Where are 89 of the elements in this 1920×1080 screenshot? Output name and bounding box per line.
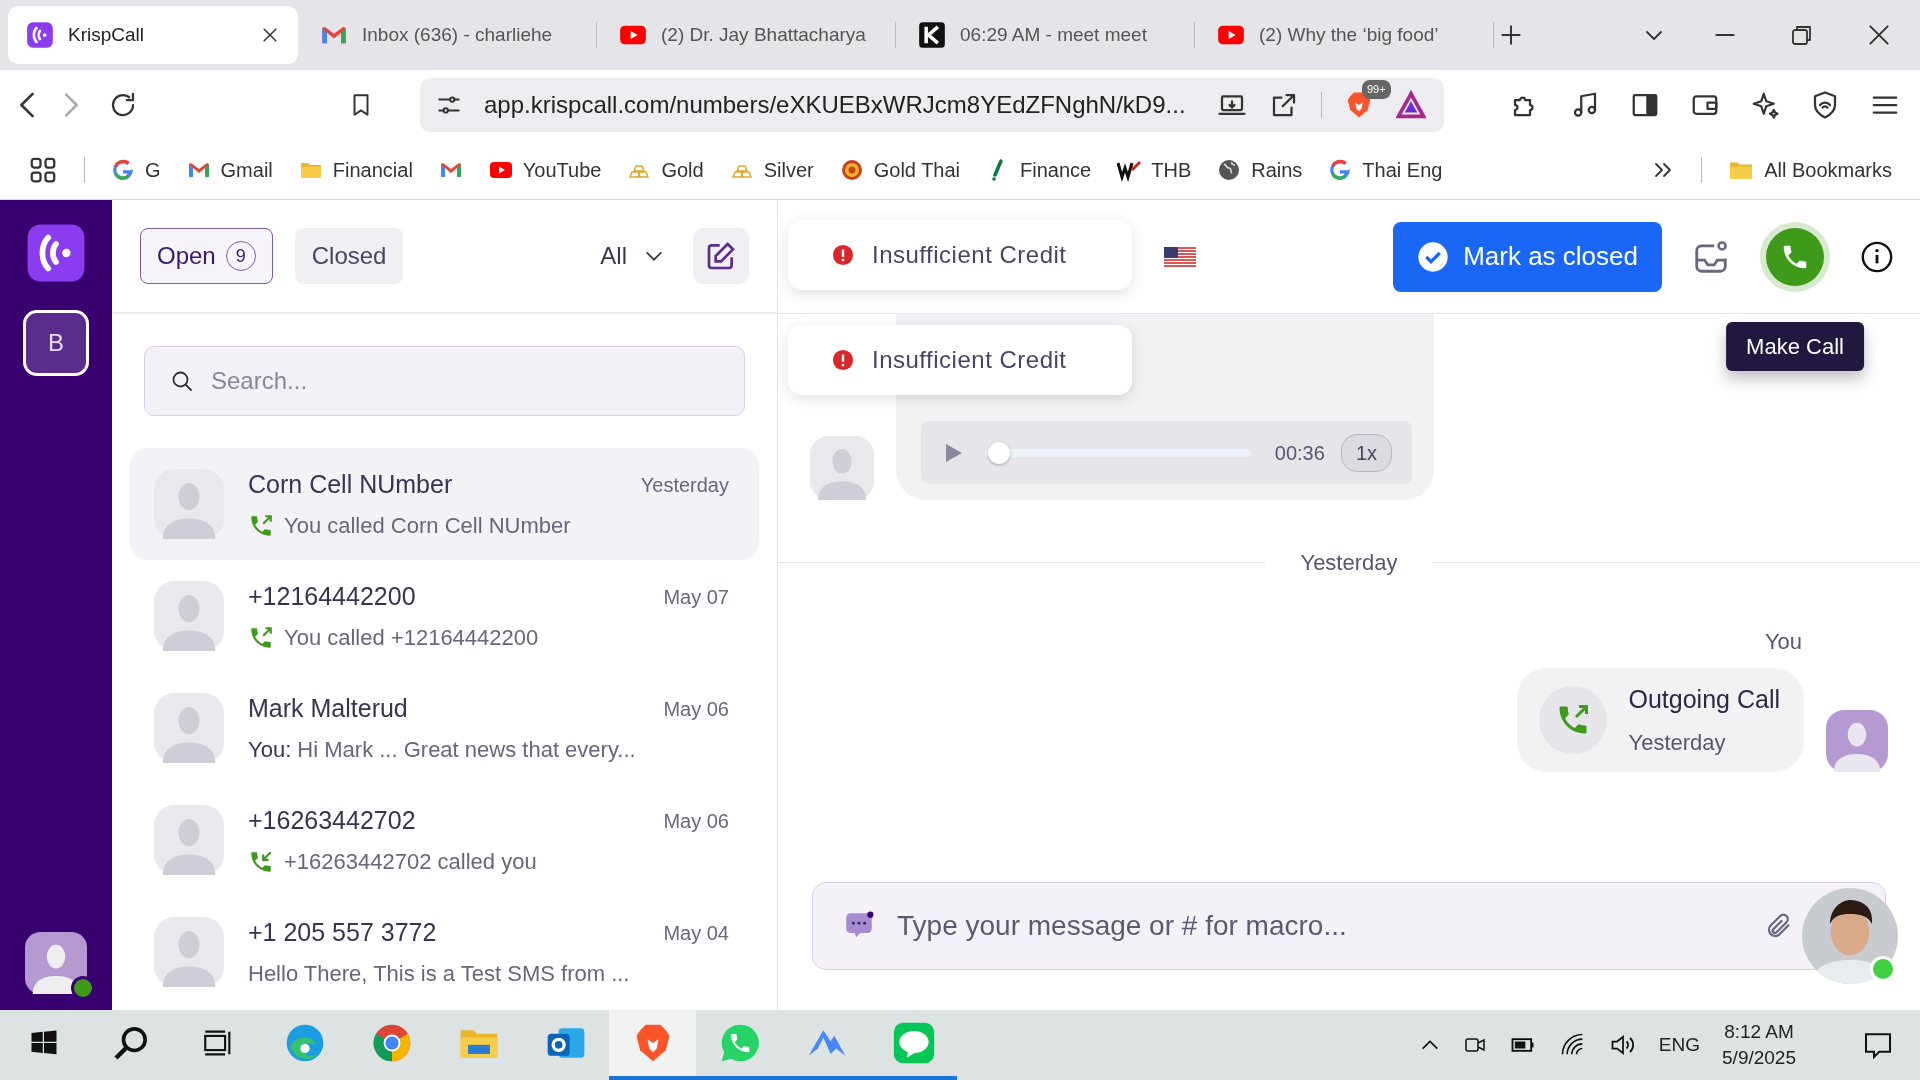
browser-tab[interactable]: (2) Dr. Jay Bhattacharya: [601, 6, 891, 64]
bookmark-link[interactable]: Thai Eng: [1328, 154, 1443, 185]
contact-avatar: [154, 693, 224, 763]
outgoing-call-icon: [248, 624, 274, 651]
timestamp: May 06: [663, 809, 729, 834]
triangle-icon[interactable]: [1396, 90, 1426, 120]
toast-message: Insufficient Credit: [872, 345, 1067, 375]
duration: 00:36: [1274, 440, 1325, 466]
conversation-item[interactable]: +1 205 557 3772 Hello There, This is a Test SMS from ... May 04: [130, 896, 759, 1008]
message-input[interactable]: Type your message or # for macro...: [812, 882, 1886, 970]
timestamp: May 04: [663, 921, 729, 946]
logo-icon: [918, 21, 946, 49]
browser-tab[interactable]: (2) Why the ‘big food’: [1199, 6, 1489, 64]
clock[interactable]: 8:12 AM 5/9/2025: [1722, 1019, 1796, 1071]
timestamp: Yesterday: [640, 473, 729, 498]
message-preview: You: Hi Mark ... Great news that every...: [248, 736, 636, 765]
sparkle-icon[interactable]: [1750, 90, 1780, 120]
timestamp: May 06: [663, 697, 729, 722]
filter-dropdown[interactable]: All: [594, 237, 671, 275]
logo-icon: [1328, 157, 1353, 182]
contact-avatar: [810, 436, 874, 500]
back-icon[interactable]: [20, 92, 34, 118]
timestamp: May 07: [663, 585, 729, 610]
app-logo-icon: [26, 21, 54, 49]
toast-message: Insufficient Credit: [872, 240, 1067, 270]
filter-tab[interactable]: Closed: [294, 228, 404, 284]
speed-button[interactable]: 1x: [1340, 433, 1392, 472]
browser-tab[interactable]: KrispCall: [8, 6, 298, 64]
contact-name: Corn Cell NUmber: [248, 468, 454, 500]
filter-tab[interactable]: Open 9: [140, 228, 273, 284]
call-time: Yesterday: [1628, 729, 1727, 758]
info-icon[interactable]: [1860, 239, 1894, 274]
sender-label: You: [1763, 628, 1802, 656]
call-title: Outgoing Call: [1628, 683, 1780, 715]
contact-avatar: [154, 917, 224, 987]
compose-button[interactable]: [693, 228, 749, 284]
contact-name: +16263442702: [248, 804, 417, 836]
bookmark-link[interactable]: Gmail: [186, 154, 273, 185]
progress-track[interactable]: [985, 441, 1251, 464]
restore-icon[interactable]: [1790, 23, 1814, 47]
logo-icon: [111, 157, 135, 182]
bookmark-link[interactable]: Finance: [986, 154, 1092, 185]
bookmark-link[interactable]: Silver: [729, 154, 814, 185]
conversation-item[interactable]: Mark Malterud You: Hi Mark ... Great news that every... May 06: [130, 672, 759, 784]
contact-name: +1 205 557 3772: [248, 916, 438, 948]
compose-icon: [705, 240, 737, 272]
language-indicator[interactable]: ENG: [1658, 1030, 1701, 1060]
user-avatar: [25, 932, 87, 994]
user-avatar: [1826, 710, 1888, 772]
bookmark-link[interactable]: Gold Thai: [839, 154, 961, 185]
address-bar[interactable]: app.krispcall.com/numbers/eXKUEBxWRJcm8YEdZFNghN/kD9... 99+: [420, 78, 1444, 132]
message-preview: Hello There, This is a Test SMS from ...: [248, 960, 630, 989]
contact-avatar: [154, 581, 224, 651]
browser-tab[interactable]: Inbox (636) - charliehe: [302, 6, 592, 64]
message-preview: +16263442702 called you: [284, 848, 537, 877]
search-field[interactable]: Search...: [144, 346, 745, 416]
conversation-item[interactable]: +16263442702 +16263442702 called you May 06: [130, 784, 759, 896]
bookmark-link[interactable]: All Bookmarks: [1728, 154, 1892, 185]
contact-avatar: [154, 469, 224, 539]
close-icon[interactable]: [1866, 22, 1892, 48]
date-divider: Yesterday: [1300, 549, 1398, 577]
tooltip: Make Call: [1726, 321, 1864, 371]
flag-icon: [1164, 247, 1196, 268]
message-preview: You called Corn Cell NUmber: [284, 512, 571, 541]
app-logo-icon: [25, 222, 87, 284]
conversation-item[interactable]: +12164442200 You called +12164442200 May 07: [130, 560, 759, 672]
contact-name: +12164442200: [248, 580, 417, 612]
bookmark-link[interactable]: YouTube: [488, 154, 602, 185]
workspace-button[interactable]: B: [23, 310, 89, 376]
message-preview: You called +12164442200: [284, 624, 539, 653]
bookmark-link[interactable]: Gold: [627, 154, 704, 185]
bookmark-link[interactable]: Rains: [1217, 154, 1303, 185]
contact-avatar: [154, 805, 224, 875]
bookmark-link[interactable]: THB: [1117, 154, 1192, 185]
bookmark-link[interactable]: Financial: [298, 154, 413, 185]
outgoing-call-icon: [248, 512, 274, 539]
error-icon: [832, 349, 854, 371]
slider-thumb[interactable]: [988, 441, 1011, 464]
coin-icon: [839, 157, 864, 182]
conversation-item[interactable]: Corn Cell NUmber You called Corn Cell NUmber Yesterday: [130, 448, 759, 560]
forward-icon: [64, 92, 78, 118]
bookmark-link[interactable]: G: [111, 154, 161, 185]
browser-tab[interactable]: 06:29 AM - meet meet: [900, 6, 1190, 64]
check-circle-icon: [1417, 240, 1450, 273]
notification-count: 99+: [1362, 80, 1391, 99]
globe-icon: [1217, 157, 1242, 182]
error-icon: [832, 244, 854, 266]
contact-name: Mark Malterud: [248, 692, 409, 724]
mark-closed-button[interactable]: Mark as closed: [1393, 221, 1662, 292]
